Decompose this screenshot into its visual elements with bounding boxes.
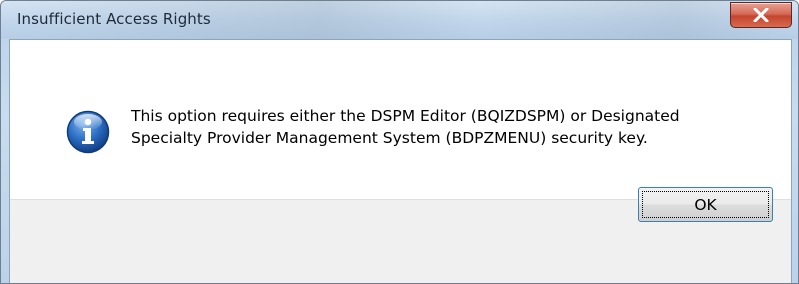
title-bar[interactable]: Insufficient Access Rights	[1, 1, 798, 39]
message-line: This option requires either the DSPM Edi…	[131, 107, 680, 125]
dialog-message: This option requires either the DSPM Edi…	[131, 105, 771, 149]
dialog-window: Insufficient Access Rights This option r…	[0, 0, 799, 284]
close-icon	[753, 8, 769, 22]
message-area: This option requires either the DSPM Edi…	[10, 40, 791, 199]
info-icon	[66, 110, 110, 154]
close-button[interactable]	[730, 2, 792, 28]
window-title: Insufficient Access Rights	[17, 10, 211, 28]
dialog-body: This option requires either the DSPM Edi…	[9, 39, 792, 283]
ok-button[interactable]: OK	[638, 187, 773, 222]
message-line: Specialty Provider Management System (BD…	[131, 129, 648, 147]
ok-button-label: OK	[694, 195, 717, 214]
